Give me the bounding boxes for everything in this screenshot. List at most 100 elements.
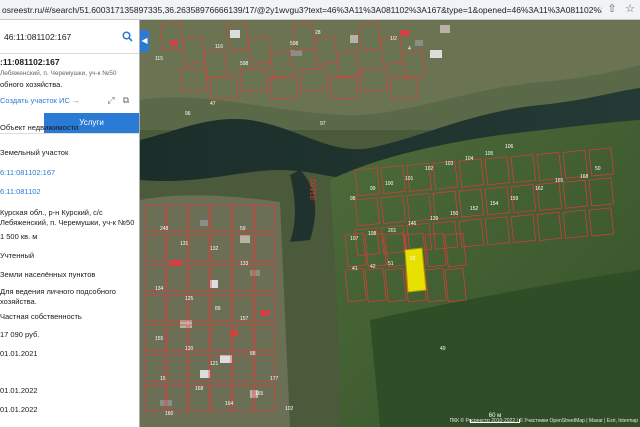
- parcel-number-label: 96: [185, 111, 191, 117]
- building-roof: [400, 30, 410, 36]
- building-roof: [240, 235, 250, 243]
- parcel-number-label: 47: [210, 101, 216, 107]
- building-roof: [260, 310, 270, 316]
- parcel-number-label: 41: [352, 266, 358, 272]
- parcel-number-label: 102: [425, 166, 434, 172]
- parcel-number-label: 125: [185, 296, 194, 302]
- permitted-use: Для ведения личного подсобного хозяйства…: [0, 287, 116, 306]
- object-header: :11:081102:167 Лебяженский, п. Черемушки…: [0, 54, 139, 134]
- map-canvas[interactable]: 81102 115 116 598 598 1/2 4 28 47 96 97 98 99 100 101…: [140, 20, 640, 427]
- parcel-number-label: 133: [240, 261, 249, 267]
- parcel-number-label: 88: [250, 351, 256, 357]
- parcel-number-label: 121: [210, 361, 219, 367]
- parcel-number-label: 157: [240, 316, 249, 322]
- parcel-number-label: 99: [370, 186, 376, 192]
- parcel-number-label: 107: [350, 236, 359, 242]
- parcel-number-label: 164: [225, 401, 234, 407]
- share-icon[interactable]: ⇧: [606, 3, 618, 15]
- building-roof: [220, 355, 232, 363]
- building-roof: [200, 370, 210, 378]
- cadastral-number[interactable]: 6:11:081102:167: [0, 168, 55, 178]
- parcel-number-label: 598: [240, 61, 249, 67]
- parcel-number-label: 150: [450, 211, 459, 217]
- building-roof: [230, 30, 240, 38]
- parcel-number-label: 159: [510, 196, 519, 202]
- parcel-number-label: 162: [535, 186, 544, 192]
- parcel-number-label: 155: [155, 336, 164, 342]
- parcel-number-label: 201: [388, 228, 397, 234]
- parcel-number-label: 177: [270, 376, 279, 382]
- value-date: 01.01.2021: [0, 349, 38, 358]
- parcel-number-label: 168: [580, 174, 589, 180]
- parcel-number-label: 49: [440, 346, 446, 352]
- building-roof: [350, 35, 358, 43]
- object-address-short: Лебяженский, п. Черемушки, уч-к №50: [0, 70, 117, 77]
- parcel-number-label: 101: [405, 176, 414, 182]
- parcel-number-label: 1/2: [390, 36, 397, 42]
- ownership-form: Частная собственность: [0, 312, 82, 321]
- update-date: 01.01.2022: [0, 405, 38, 414]
- parcel-number-label: 131: [180, 241, 189, 247]
- object-kind: Земельный участок: [0, 148, 69, 157]
- satellite-map[interactable]: 81102 115 116 598 598 1/2 4 28 47 96 97 98 99 100 101…: [140, 20, 640, 427]
- parcel-number-label: 115: [155, 56, 163, 62]
- object-status: Учтенный: [0, 251, 35, 260]
- building-roof: [170, 40, 178, 46]
- parcel-number-label: 52: [410, 256, 416, 262]
- entry-date: 01.01.2022: [0, 386, 38, 395]
- parcel-number-label: 42: [370, 264, 376, 270]
- star-icon[interactable]: ☆: [624, 3, 636, 15]
- land-category: Земли населённых пунктов: [0, 270, 96, 279]
- create-parcel-link[interactable]: Создать участок ИС →: [0, 96, 79, 105]
- parcel-number-label: 134: [155, 286, 164, 292]
- parcel-number-label: 105: [485, 151, 494, 157]
- parcel-number-label: 108: [368, 231, 377, 237]
- parcel-number-label: 116: [215, 44, 223, 50]
- search-icon[interactable]: [119, 29, 135, 45]
- parcel-number-label: 89: [215, 306, 221, 312]
- parcel-number-label: 4: [408, 46, 411, 52]
- parcel-number-label: 120: [185, 346, 194, 352]
- object-purpose-short: обного хозяйства.: [0, 80, 63, 89]
- building-roof: [200, 220, 208, 226]
- selected-parcel[interactable]: [404, 247, 427, 293]
- map-attribution: ПКК © Росреестр 2010-2022 | © Участники …: [449, 418, 638, 424]
- object-number: :11:081102:167: [0, 57, 60, 67]
- object-area: 1 500 кв. м: [0, 232, 38, 241]
- object-type: Объект недвижимости: [0, 123, 79, 132]
- parcel-number-label: 598: [290, 41, 299, 47]
- parcel-number-label: 165: [255, 391, 264, 397]
- copy-icon[interactable]: ⧉: [121, 95, 131, 105]
- parcel-number-label: 15: [160, 376, 166, 382]
- building-roof: [160, 400, 172, 406]
- object-address: Курская обл., р-н Курский, с/с Лебяженск…: [0, 208, 135, 227]
- parcel-number-label: 165: [555, 178, 564, 184]
- building-roof: [430, 50, 442, 58]
- cadastral-quarter[interactable]: 6:11:081102: [0, 187, 41, 197]
- parcel-number-label: 28: [315, 30, 321, 36]
- parcel-number-label: 146: [408, 221, 417, 227]
- search-input[interactable]: 46:11:081102:167: [4, 32, 119, 42]
- parcel-number-label: 152: [470, 206, 479, 212]
- parcel-number-label: 102: [285, 406, 294, 412]
- browser-address-bar[interactable]: osreestr.ru/#/search/51.600317135897335,…: [0, 0, 640, 20]
- parcel-number-label: 139: [430, 216, 439, 222]
- parcel-number-label: 98: [350, 196, 356, 202]
- parcel-number-label: 154: [490, 201, 499, 207]
- parcel-number-label: 103: [445, 161, 454, 167]
- search-box[interactable]: 46:11:081102:167: [0, 20, 139, 54]
- cadastral-quarter-label: 81102: [309, 178, 318, 200]
- parcel-number-label: 132: [210, 246, 219, 252]
- resize-icon[interactable]: ⤢: [106, 95, 116, 105]
- parcel-number-label: 104: [465, 156, 474, 162]
- parcel-number-label: 160: [165, 411, 174, 417]
- info-panel: 46:11:081102:167 :11:081102:167 Лебяженс…: [0, 20, 140, 427]
- parcel-number-label: 248: [160, 226, 169, 232]
- parcel-number-label: 51: [388, 261, 394, 267]
- url-text[interactable]: osreestr.ru/#/search/51.600317135897335,…: [0, 5, 602, 15]
- parcel-number-label: 106: [505, 144, 514, 150]
- parcel-number-label: 100: [385, 181, 394, 187]
- building-roof: [440, 25, 450, 33]
- panel-collapse-button[interactable]: ◀: [140, 30, 149, 52]
- parcel-number-label: 168: [195, 386, 204, 392]
